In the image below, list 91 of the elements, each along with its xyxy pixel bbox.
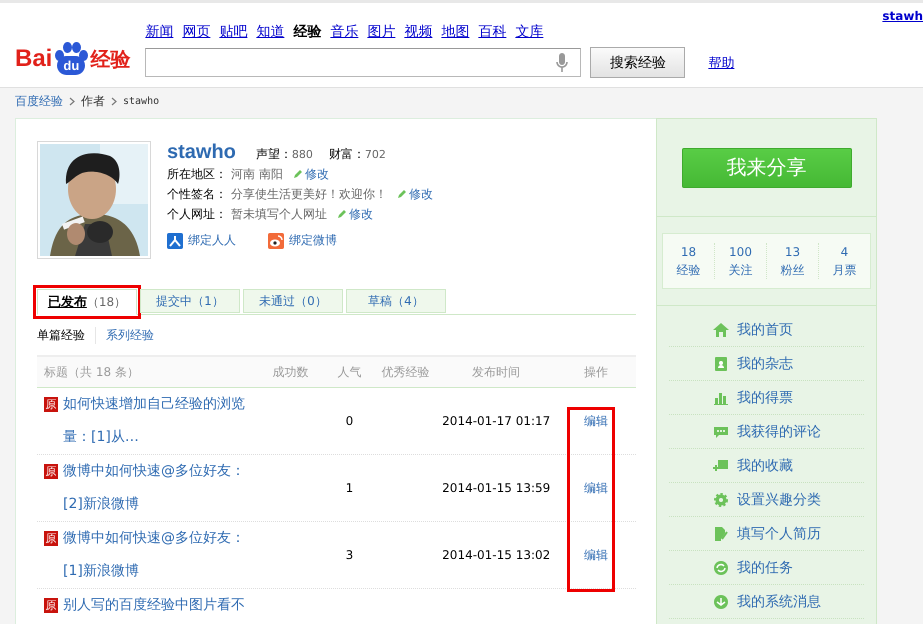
breadcrumb-item[interactable]: 百度经验: [15, 92, 63, 110]
field-value: 暂未填写个人网址: [231, 206, 327, 222]
document-edit-icon: [713, 526, 729, 542]
nav-link[interactable]: 百科: [478, 23, 506, 41]
original-badge: 原: [44, 598, 58, 613]
pencil-icon: [292, 169, 303, 179]
nav-link[interactable]: 新闻: [145, 23, 174, 41]
nav-link[interactable]: 经验: [293, 23, 322, 41]
stat-value: 880: [292, 148, 313, 161]
search-field[interactable]: [145, 48, 582, 77]
refresh-icon: [713, 560, 729, 576]
subtab[interactable]: 单篇经验: [37, 326, 95, 344]
stat-value: 702: [364, 148, 386, 161]
menu-item[interactable]: 我的杂志: [669, 347, 864, 381]
bind-link[interactable]: 绑定人人: [167, 232, 236, 249]
breadcrumb-item: 作者: [81, 92, 105, 110]
column-header: 标题（共 18 条）: [43, 364, 140, 380]
menu-item[interactable]: 我的首页: [669, 313, 864, 347]
original-badge: 原: [44, 464, 58, 479]
help-link[interactable]: 帮助: [708, 54, 734, 72]
count-link[interactable]: 18 经验: [663, 243, 714, 279]
menu-item[interactable]: 我的收藏: [669, 449, 864, 483]
chevron-icon: [111, 96, 117, 106]
count-link[interactable]: 13 粉丝: [766, 243, 818, 279]
edit-link[interactable]: 修改: [292, 166, 329, 182]
menu-item[interactable]: 我的得票: [669, 381, 864, 415]
menu-item[interactable]: 我的系统消息: [669, 585, 864, 619]
chevron-icon: [69, 96, 75, 106]
table-cell: 1: [346, 481, 354, 495]
nav-link[interactable]: 图片: [367, 23, 396, 41]
menu-item[interactable]: 我的任务: [669, 551, 864, 585]
pencil-icon: [397, 189, 407, 199]
original-badge: 原: [44, 397, 58, 412]
tab[interactable]: 草稿（4）: [346, 289, 446, 313]
field-value: 河南 南阳: [231, 166, 283, 182]
subtab[interactable]: 系列经验: [95, 326, 164, 344]
column-header: 操作: [583, 364, 610, 380]
count-link[interactable]: 4 月票: [818, 243, 870, 279]
edit-link[interactable]: 编辑: [584, 548, 608, 562]
eye-icon: [268, 232, 284, 248]
microphone-icon[interactable]: [556, 52, 568, 72]
article-link[interactable]: 别人写的百度经验中图片看不: [63, 589, 253, 622]
field-label: 所在地区：: [167, 166, 227, 182]
folder-plus-icon: [713, 458, 729, 474]
menu-item[interactable]: 我获得的评论: [669, 415, 864, 449]
article-link[interactable]: 微博中如何快速@多位好友：[2]新浪微博: [63, 455, 253, 521]
column-header: 优秀经验: [380, 364, 430, 380]
user-link[interactable]: stawh: [882, 9, 923, 23]
stat-label: 声望：: [256, 147, 292, 161]
search-button[interactable]: 搜索经验: [590, 47, 686, 78]
original-badge: 原: [44, 531, 58, 546]
username[interactable]: stawho: [167, 141, 236, 164]
menu-item[interactable]: 填写个人简历: [669, 517, 864, 551]
article-link[interactable]: 微博中如何快速@多位好友：[1]新浪微博: [63, 522, 253, 588]
article-link[interactable]: 如何快速增加自己经验的浏览量：[1]从…: [63, 388, 253, 454]
tab[interactable]: 提交中（1）: [140, 289, 240, 313]
count-link[interactable]: 100 关注: [714, 243, 766, 279]
menu-item[interactable]: 设置兴趣分类: [669, 483, 864, 517]
bind-link[interactable]: 绑定微博: [268, 232, 337, 249]
stat-label: 财富：: [328, 147, 365, 161]
edit-link[interactable]: 修改: [397, 186, 433, 202]
inbox-icon: [713, 594, 729, 610]
table-cell: 0: [346, 414, 354, 428]
table-cell: 3: [346, 548, 354, 562]
field-label: 个人网址：: [167, 206, 227, 222]
tab[interactable]: 未通过（0）: [243, 289, 343, 313]
home-icon: [713, 322, 729, 338]
baidu-logo[interactable]: Bai du 经验: [15, 39, 130, 79]
table-cell: 2014-01-15 13:02: [442, 548, 550, 562]
person-icon: [167, 232, 183, 248]
table-cell: 2014-01-15 13:59: [442, 481, 550, 495]
edit-link[interactable]: 编辑: [584, 480, 608, 494]
settings-icon: [713, 492, 729, 508]
nav-link[interactable]: 知道: [256, 23, 284, 41]
edit-link[interactable]: 编辑: [584, 414, 608, 428]
nav-link[interactable]: 地图: [441, 23, 470, 41]
contact-card-icon: [713, 356, 729, 372]
breadcrumb-item: stawho: [123, 96, 160, 106]
column-header: 人气: [336, 364, 362, 380]
pencil-icon: [337, 209, 347, 219]
edit-link[interactable]: 修改: [337, 206, 373, 222]
column-header: 发布时间: [471, 364, 522, 380]
table-cell: 2014-01-17 01:17: [442, 414, 550, 428]
field-value: 分享使生活更美好！欢迎你！: [231, 186, 387, 202]
nav-link[interactable]: 网页: [182, 23, 210, 41]
nav-link[interactable]: 贴吧: [219, 23, 248, 41]
column-header: 成功数: [272, 364, 310, 380]
nav-link[interactable]: 视频: [404, 23, 432, 41]
nav-link[interactable]: 音乐: [330, 23, 358, 41]
field-label: 个性签名：: [167, 186, 227, 202]
nav-link[interactable]: 文库: [515, 23, 544, 41]
